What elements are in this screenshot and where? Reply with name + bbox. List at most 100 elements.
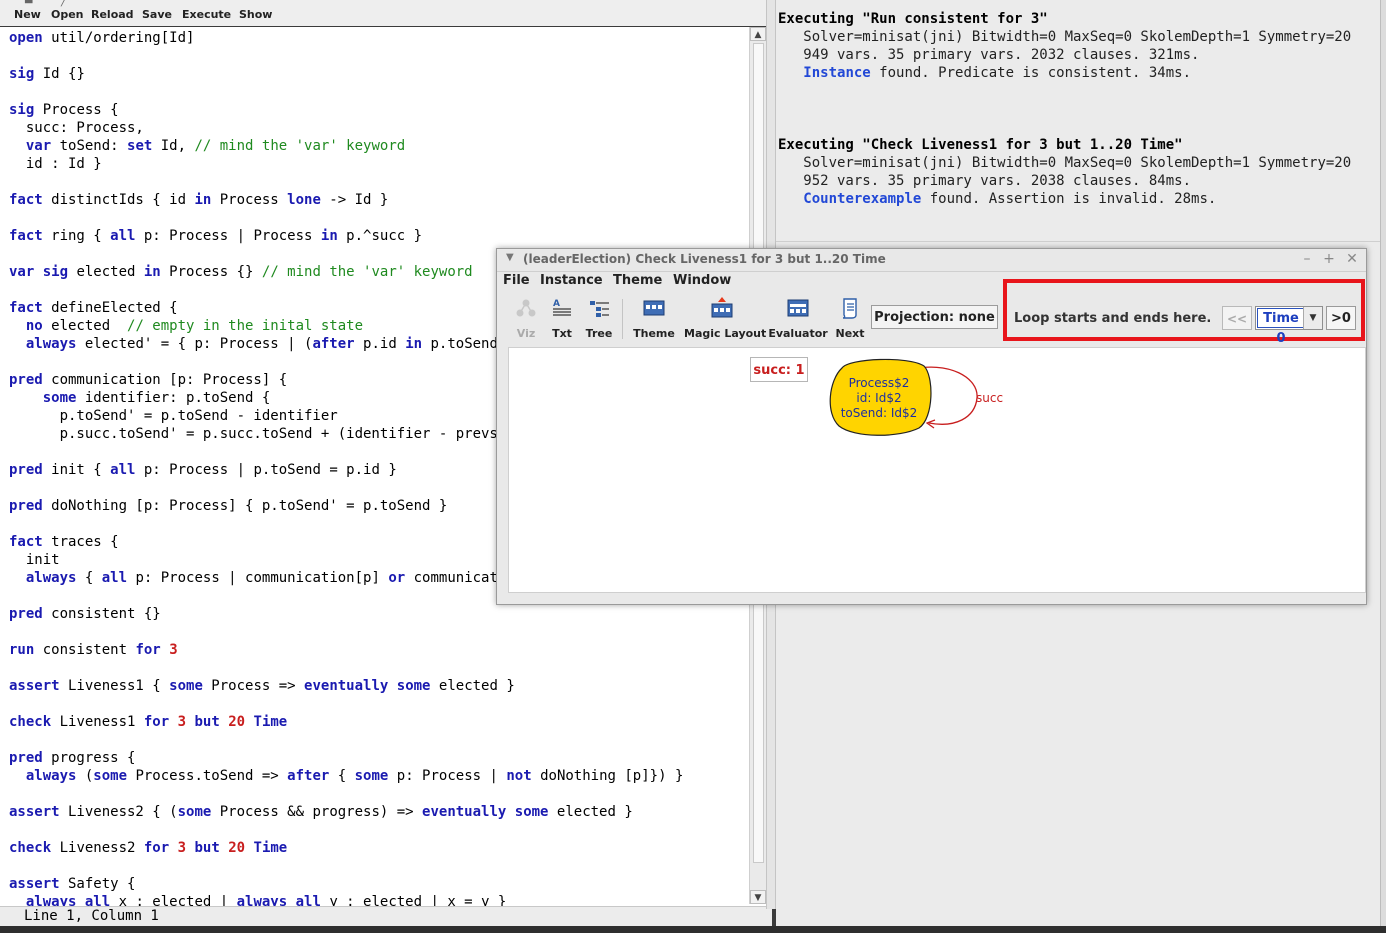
- time-select[interactable]: Time 0 ▼: [1255, 306, 1323, 346]
- show-button[interactable]: Show: [239, 0, 272, 26]
- log-run2-stats: 952 vars. 35 primary vars. 2038 clauses.…: [778, 173, 1192, 189]
- code-keyword: always: [25, 336, 77, 352]
- code-line: run consistent for 3: [9, 641, 178, 659]
- menu-instance[interactable]: Instance: [540, 273, 603, 288]
- counterexample-link[interactable]: Counterexample: [803, 191, 921, 207]
- code-keyword: some: [396, 678, 431, 694]
- log-run2-solver: Solver=minisat(jni) Bitwidth=0 MaxSeq=0 …: [778, 155, 1352, 171]
- code-text: p: Process | Process: [135, 228, 321, 244]
- code-line: fact distinctIds { id in Process lone ->…: [9, 191, 388, 209]
- open-button[interactable]: ╱ Open: [51, 0, 84, 26]
- scroll-down-arrow-icon[interactable]: ▼: [750, 890, 766, 904]
- close-icon[interactable]: ✕: [1344, 251, 1360, 267]
- succ-edge-label: succ: [976, 391, 1003, 405]
- menu-file[interactable]: File: [503, 273, 530, 288]
- txt-button[interactable]: A Txt: [547, 297, 577, 341]
- code-text: Process {: [34, 102, 119, 118]
- code-text: communication [p: Process] {: [42, 372, 288, 388]
- instance-graph: succ Process$2 id: Id$2 toSend: Id$2: [829, 358, 1003, 436]
- save-button[interactable]: Save: [142, 0, 172, 26]
- execute-label: Execute: [182, 8, 232, 21]
- code-keyword: eventually: [304, 678, 389, 694]
- bottom-strip: [0, 926, 1386, 933]
- code-comment: // empty in the inital state: [127, 318, 364, 334]
- window-menu-chevron-icon[interactable]: ▼: [506, 252, 514, 263]
- scroll-up-arrow-icon[interactable]: ▲: [750, 27, 766, 41]
- code-text: Liveness2 { (: [59, 804, 178, 820]
- reload-icon: [101, 0, 115, 6]
- code-keyword: pred: [9, 462, 43, 478]
- save-label: Save: [142, 8, 172, 21]
- magic-layout-button[interactable]: Magic Layout: [684, 297, 767, 341]
- save-icon: [152, 0, 166, 6]
- code-keyword: check: [9, 714, 52, 730]
- code-text: ring {: [42, 228, 111, 244]
- code-keyword: after: [312, 336, 355, 352]
- theme-label: Theme: [633, 327, 675, 340]
- visualizer-title-bar[interactable]: ▼ (leaderElection) Check Liveness1 for 3…: [497, 249, 1366, 272]
- code-text: p.^succ }: [337, 228, 423, 244]
- code-text: Liveness1: [51, 714, 144, 730]
- theme-icon: [643, 300, 665, 316]
- code-keyword: Time: [253, 840, 288, 856]
- code-line: pred consistent {}: [9, 605, 161, 623]
- theme-button[interactable]: Theme: [633, 297, 675, 341]
- process-node-tosend: toSend: Id$2: [841, 406, 918, 420]
- code-keyword: pred: [9, 606, 43, 622]
- magic-layout-label: Magic Layout: [684, 327, 767, 340]
- instance-link[interactable]: Instance: [803, 65, 870, 81]
- viz-icon: [516, 299, 536, 317]
- maximize-icon[interactable]: +: [1321, 251, 1337, 267]
- log-separator: [776, 241, 1380, 242]
- code-text: Process =>: [202, 678, 305, 694]
- code-text: elected: [42, 318, 128, 334]
- code-keyword: for: [143, 840, 170, 856]
- tree-button[interactable]: Tree: [583, 297, 615, 341]
- execute-button[interactable]: Execute: [182, 0, 232, 26]
- code-number: 20: [228, 840, 246, 856]
- tree-label: Tree: [585, 327, 613, 340]
- reload-button[interactable]: Reload: [91, 0, 134, 26]
- code-keyword: fact: [9, 534, 43, 550]
- code-keyword: pred: [9, 750, 43, 766]
- open-label: Open: [51, 8, 84, 21]
- code-keyword: some: [514, 804, 549, 820]
- next-button[interactable]: Next: [835, 297, 865, 341]
- code-keyword: assert: [9, 804, 60, 820]
- projection-button[interactable]: Projection: none: [871, 305, 998, 329]
- code-line: some identifier: p.toSend {: [9, 389, 271, 407]
- log-run2-result: Counterexample found. Assertion is inval…: [778, 190, 1216, 208]
- menu-window[interactable]: Window: [673, 273, 731, 288]
- minimize-icon[interactable]: –: [1299, 251, 1315, 267]
- code-keyword: open: [9, 30, 43, 46]
- code-text: p: Process |: [388, 768, 507, 784]
- code-text: consistent: [34, 642, 136, 658]
- code-line: pred init { all p: Process | p.toSend = …: [9, 461, 397, 479]
- viz-button[interactable]: Viz: [511, 297, 541, 341]
- reload-label: Reload: [91, 8, 134, 21]
- previous-state-button[interactable]: <<: [1222, 306, 1252, 330]
- instance-graph-canvas[interactable]: succ: 1 succ Process$2 id: Id$2 toSend: …: [508, 347, 1366, 593]
- menu-theme[interactable]: Theme: [613, 273, 662, 288]
- new-label: New: [14, 8, 41, 21]
- chevron-down-icon[interactable]: ▼: [1303, 307, 1322, 329]
- code-keyword: assert: [9, 876, 60, 892]
- code-text: util/ordering[Id]: [42, 30, 195, 46]
- evaluator-button[interactable]: Evaluator: [768, 297, 828, 341]
- next-state-button[interactable]: >0: [1326, 306, 1356, 330]
- code-text: elected: [68, 264, 144, 280]
- code-keyword: run: [9, 642, 35, 658]
- open-icon: ╱: [61, 0, 68, 7]
- code-text: -> Id }: [320, 192, 389, 208]
- code-keyword: fact: [9, 228, 43, 244]
- process-node-id: id: Id$2: [856, 391, 901, 405]
- new-button[interactable]: ▬ New: [14, 0, 42, 26]
- code-keyword: eventually: [422, 804, 507, 820]
